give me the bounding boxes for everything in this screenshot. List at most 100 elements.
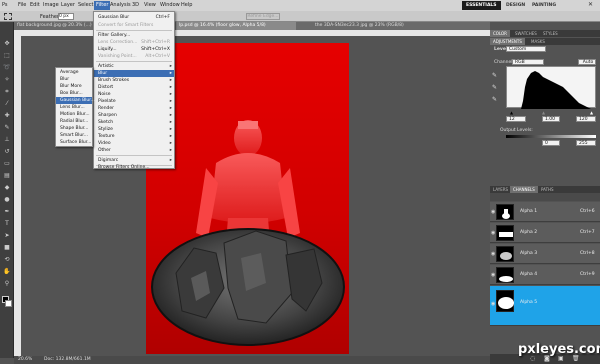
menu-item-stylize[interactable]: Stylize ▸ [94,126,174,133]
input-slider-track[interactable]: ▲ ▲ ▲ [506,110,596,115]
clone-stamp-icon[interactable]: ⊥ [3,136,11,144]
menu-window[interactable]: Window [160,2,180,8]
submenu-item-average[interactable]: Average [56,69,92,76]
submenu-item-box-blur[interactable]: Box Blur... [56,90,92,97]
tab-active-document[interactable]: lp.psd @ 16.4% (floor glow, Alpha 5/8) [176,22,296,30]
zoom-level[interactable]: 20.6% [18,356,32,364]
refine-edge-button[interactable]: Refine Edge... [246,13,280,20]
healing-brush-icon[interactable]: ✚ [3,112,11,120]
menu-analysis[interactable]: Analysis [110,2,131,8]
menu-item-pixelate[interactable]: Pixelate ▸ [94,98,174,105]
tab-styles[interactable]: STYLES [540,30,561,37]
submenu-item-shape-blur[interactable]: Shape Blur... [56,125,92,132]
menu-help[interactable]: Help [181,2,192,8]
eye-icon[interactable]: ◉ [491,272,495,278]
document-canvas[interactable] [146,43,349,354]
menu-item-artistic[interactable]: Artistic ▸ [94,63,174,70]
feather-input[interactable]: 0 px [58,13,74,20]
channel-row-selected[interactable]: ◉ Alpha 5 [490,286,600,326]
submenu-item-blur-more[interactable]: Blur More [56,83,92,90]
submenu-item-lens-blur[interactable]: Lens Blur... [56,104,92,111]
menu-layer[interactable]: Layer [61,2,75,8]
tab-swatches[interactable]: SWATCHES [512,30,540,37]
menu-item-brush-strokes[interactable]: Brush Strokes ▸ [94,77,174,84]
channel-select[interactable]: RGB [512,59,544,65]
menu-filter[interactable]: Filter [94,1,111,10]
history-brush-icon[interactable]: ↺ [3,148,11,156]
menu-image[interactable]: Image [43,2,59,8]
menu-item-browse-filters[interactable]: Browse Filters Online... [94,165,174,170]
channel-row[interactable]: ◉ Alpha 1 Ctrl+6 [490,202,600,222]
workspace-essentials[interactable]: ESSENTIALS [462,1,501,10]
output-white-field[interactable]: 255 [576,140,596,146]
marquee-tool-icon[interactable] [4,13,12,20]
zoom-tool-icon[interactable]: ⚲ [3,280,11,288]
eyedropper-icon[interactable]: ⁄ [3,100,11,108]
path-selection-icon[interactable]: ➤ [3,232,11,240]
dodge-tool-icon[interactable]: ● [3,196,11,204]
input-white-field[interactable]: 120 [576,116,596,122]
menu-item-sharpen[interactable]: Sharpen ▸ [94,112,174,119]
magic-wand-icon[interactable]: ✧ [3,76,11,84]
tab-paths[interactable]: PATHS [538,186,557,193]
eraser-icon[interactable]: ▭ [3,160,11,168]
eyedropper-gray-icon[interactable]: ✎ [492,84,497,91]
eye-icon[interactable]: ◉ [491,230,495,236]
submenu-item-motion-blur[interactable]: Motion Blur... [56,111,92,118]
menu-3d[interactable]: 3D [132,2,139,8]
menu-item-filter-gallery[interactable]: Filter Gallery... [94,32,174,39]
white-point-handle[interactable]: ▲ [590,110,593,115]
output-black-field[interactable]: 0 [542,140,560,146]
eye-icon[interactable]: ◉ [491,301,495,307]
menu-item-texture[interactable]: Texture ▸ [94,133,174,140]
menu-item-convert-smart-filters[interactable]: Convert for Smart Filters [94,22,174,29]
shape-tool-icon[interactable]: ■ [3,244,11,252]
menu-file[interactable]: File [18,2,26,8]
menu-item-last-filter[interactable]: Gaussian Blur Ctrl+F [94,14,174,21]
submenu-item-blur[interactable]: Blur [56,76,92,83]
channel-row[interactable]: ◉ Alpha 4 Ctrl+9 [490,265,600,285]
auto-button[interactable]: Auto [578,59,596,65]
levels-preset-select[interactable]: Custom [506,46,546,52]
menu-item-distort[interactable]: Distort ▸ [94,84,174,91]
tab-masks[interactable]: MASKS [528,38,548,45]
move-tool-icon[interactable]: ✥ [3,40,11,48]
menu-edit[interactable]: Edit [30,2,40,8]
crop-tool-icon[interactable]: ⌗ [3,88,11,96]
submenu-item-smart-blur[interactable]: Smart Blur... [56,132,92,139]
workspace-design[interactable]: DESIGN [502,1,529,10]
tab-color[interactable]: COLOR [490,30,510,37]
eye-icon[interactable]: ◉ [491,209,495,215]
gamma-handle[interactable]: ▲ [542,110,545,115]
tab-adjustments[interactable]: ADJUSTMENTS [490,38,525,45]
pen-tool-icon[interactable]: ✒ [3,208,11,216]
eyedropper-black-icon[interactable]: ✎ [492,72,497,79]
black-point-handle[interactable]: ▲ [510,110,513,115]
channel-row[interactable]: ◉ Alpha 3 Ctrl+8 [490,244,600,264]
gradient-tool-icon[interactable]: ▤ [3,172,11,180]
menu-view[interactable]: View [144,2,156,8]
lasso-tool-icon[interactable]: ➰ [3,64,11,72]
menu-item-vanishing-point[interactable]: Vanishing Point... Alt+Ctrl+V [94,53,174,60]
3d-rotate-icon[interactable]: ⟲ [3,256,11,264]
menu-item-liquify[interactable]: Liquify... Shift+Ctrl+X [94,46,174,53]
menu-item-digimarc[interactable]: Digimarc ▸ [94,157,174,164]
eyedropper-white-icon[interactable]: ✎ [492,96,497,103]
channel-row[interactable]: ◉ Alpha 2 Ctrl+7 [490,223,600,243]
eye-icon[interactable]: ◉ [491,251,495,257]
input-gamma-field[interactable]: 1.00 [542,116,560,122]
menu-item-noise[interactable]: Noise ▸ [94,91,174,98]
menu-item-blur[interactable]: Blur ▸ [94,70,174,77]
blur-tool-icon[interactable]: ◆ [3,184,11,192]
submenu-item-radial-blur[interactable]: Radial Blur... [56,118,92,125]
menu-item-other[interactable]: Other ▸ [94,147,174,154]
tab-layers[interactable]: LAYERS [490,186,511,193]
menu-item-video[interactable]: Video ▸ [94,140,174,147]
tab-channels[interactable]: CHANNELS [510,186,538,193]
submenu-item-surface-blur[interactable]: Surface Blur... [56,139,92,146]
submenu-item-gaussian-blur[interactable]: Gaussian Blur... [56,97,95,104]
background-color-swatch[interactable] [5,300,12,307]
tab-third-document[interactable]: the 3DA-SN3ec23.3 jpg @ 23% (RGB/8) [312,22,482,30]
menu-item-lens-correction[interactable]: Lens Correction... Shift+Ctrl+R [94,39,174,46]
brush-tool-icon[interactable]: ✎ [3,124,11,132]
